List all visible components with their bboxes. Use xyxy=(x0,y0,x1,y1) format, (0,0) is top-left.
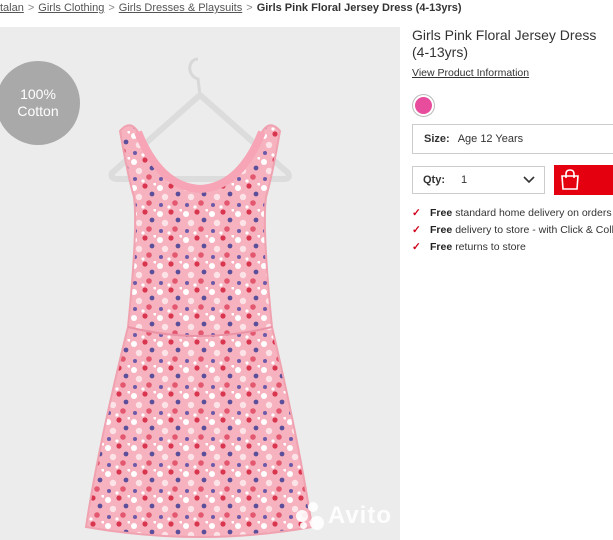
breadcrumb-separator: > xyxy=(246,2,253,14)
breadcrumb-link-girls-clothing[interactable]: Girls Clothing xyxy=(38,2,104,14)
cotton-badge: 100% Cotton xyxy=(0,61,80,145)
breadcrumb-separator: > xyxy=(108,2,115,14)
add-to-bag-button[interactable] xyxy=(554,165,613,195)
quantity-label: Qty: xyxy=(423,174,445,186)
check-icon: ✓ xyxy=(412,224,421,236)
breadcrumb: talan > Girls Clothing > Girls Dresses & Pla… xyxy=(0,0,613,20)
chevron-down-icon xyxy=(523,176,535,184)
avito-logo-icon xyxy=(295,502,324,530)
check-icon: ✓ xyxy=(412,207,421,219)
product-title: Girls Pink Floral Jersey Dress (4-13yrs) xyxy=(412,27,597,60)
quantity-select[interactable]: Qty: 1 xyxy=(412,166,545,194)
benefit-click-collect: ✓ Free delivery to store - with Click & Co… xyxy=(412,222,613,239)
check-icon: ✓ xyxy=(412,241,421,253)
size-label: Size: xyxy=(424,133,450,145)
badge-line-1: 100% xyxy=(20,86,56,102)
pink-swatch-icon xyxy=(415,97,432,114)
size-value: Age 12 Years xyxy=(457,133,524,145)
view-product-information-link[interactable]: View Product Information xyxy=(412,67,529,79)
breadcrumb-link-home[interactable]: talan xyxy=(0,2,24,14)
breadcrumb-link-dresses-playsuits[interactable]: Girls Dresses & Playsuits xyxy=(119,2,242,14)
badge-line-2: Cotton xyxy=(17,103,59,119)
benefits-list: ✓ Free standard home delivery on orders ✓ F… xyxy=(412,205,613,256)
avito-watermark: Avito xyxy=(295,502,392,530)
breadcrumb-separator: > xyxy=(27,2,35,14)
quantity-value: 1 xyxy=(461,174,468,186)
breadcrumb-current: Girls Pink Floral Jersey Dress (4-13yrs) xyxy=(256,2,462,14)
size-selector[interactable]: Size: Age 12 Years xyxy=(412,124,613,154)
color-swatch[interactable] xyxy=(412,94,435,117)
shopping-bag-icon xyxy=(561,169,579,190)
watermark-text: Avito xyxy=(327,502,392,529)
benefit-home-delivery: ✓ Free standard home delivery on orders xyxy=(412,205,613,222)
product-image[interactable]: 100% Cotton Avito xyxy=(0,27,400,540)
benefit-returns: ✓ Free returns to store xyxy=(412,239,613,256)
